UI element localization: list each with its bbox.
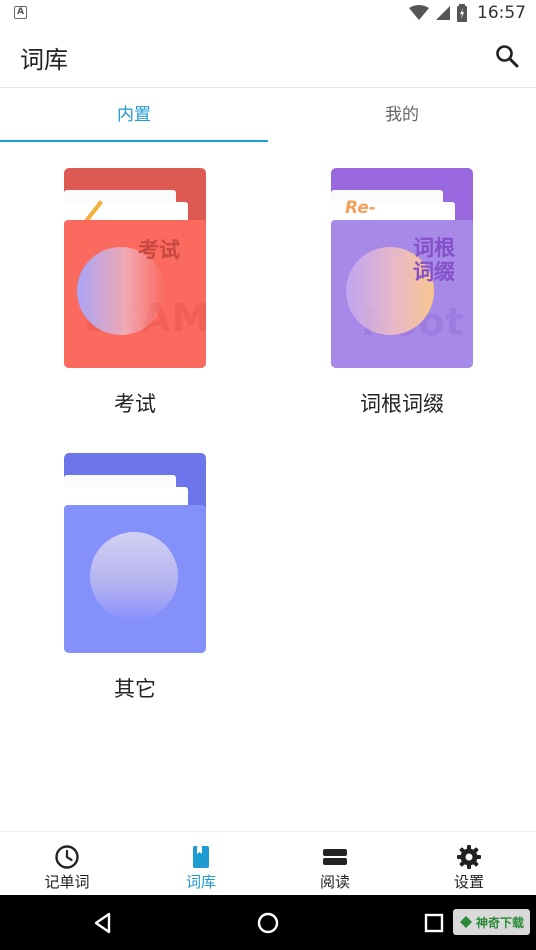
book-cover [64, 453, 206, 653]
cover-title: 考试 [138, 238, 180, 262]
gear-icon [457, 845, 481, 869]
book-icon [193, 846, 209, 868]
nav-item-wordbank[interactable]: 词库 [134, 832, 268, 896]
status-time: 16:57 [477, 3, 526, 23]
back-icon[interactable] [88, 908, 118, 938]
nav-item-reading[interactable]: 阅读 [268, 832, 402, 896]
nav-label: 阅读 [319, 873, 350, 891]
book-exam[interactable]: EXAM 考试 考试 [64, 168, 206, 418]
tab-bar: 内置 我的 [0, 89, 536, 142]
tab-indicator [0, 140, 268, 142]
recents-icon[interactable] [419, 908, 449, 938]
page-title: 词库 [20, 46, 68, 74]
battery-icon [457, 4, 467, 22]
home-icon[interactable] [253, 908, 283, 938]
tab-mine[interactable]: 我的 [268, 89, 536, 142]
book-roots-affixes[interactable]: Re- Root 词根 词缀 词根词缀 [331, 168, 473, 418]
app-bar: 词库 [0, 26, 536, 88]
nav-label: 记单词 [44, 873, 90, 891]
book-label: 词根词缀 [360, 392, 444, 416]
book-other[interactable]: 其它 [64, 453, 206, 703]
tab-builtin-label: 内置 [117, 105, 151, 125]
book-label: 考试 [114, 392, 156, 416]
watermark-logo-icon [459, 916, 472, 928]
status-icons: 16:57 [409, 3, 526, 23]
status-bar: A 16:57 [0, 0, 536, 26]
nav-item-memorize[interactable]: 记单词 [0, 832, 134, 896]
nav-item-settings[interactable]: 设置 [402, 832, 536, 896]
nav-label: 词库 [185, 873, 216, 891]
signal-icon [436, 6, 450, 20]
tab-mine-label: 我的 [385, 105, 419, 125]
book-cover: EXAM 考试 [64, 168, 206, 368]
cover-tag: Re- [345, 198, 376, 218]
clock-icon [55, 845, 79, 869]
bottom-navigation: 记单词 词库 阅读 设置 [0, 831, 536, 895]
cover-title-line2: 词缀 [413, 260, 455, 284]
android-notification-icon: A [14, 6, 27, 19]
search-icon[interactable] [494, 43, 520, 69]
watermark: 神奇下载 [452, 909, 530, 935]
cover-title-line1: 词根 [413, 236, 455, 260]
system-navigation-bar: 神奇下载 [0, 895, 536, 950]
book-cover: Re- Root 词根 词缀 [331, 168, 473, 368]
watermark-text: 神奇下载 [475, 915, 524, 930]
wifi-icon [409, 5, 429, 20]
reading-icon [323, 849, 347, 865]
nav-label: 设置 [453, 873, 484, 891]
book-label: 其它 [114, 677, 156, 701]
tab-builtin[interactable]: 内置 [0, 89, 268, 142]
